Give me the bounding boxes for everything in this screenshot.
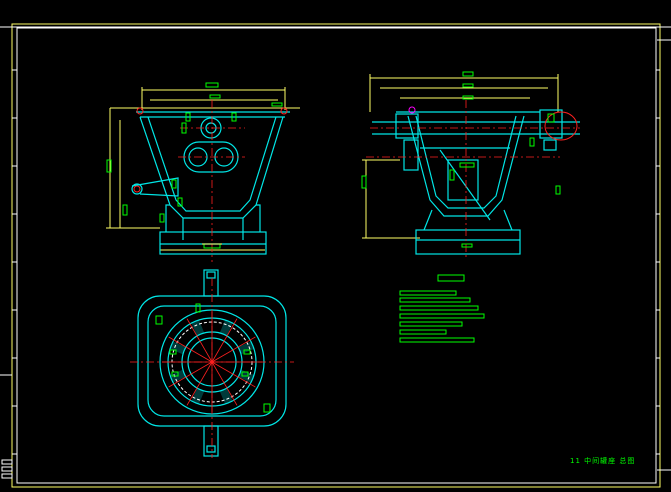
drawing-title-caption: 11 中间罐座 总图 — [570, 457, 636, 465]
drawing-canvas[interactable] — [0, 0, 671, 492]
top-view[interactable] — [130, 269, 294, 458]
side-view[interactable] — [361, 71, 580, 260]
front-view[interactable] — [106, 82, 300, 262]
technical-notes[interactable] — [399, 274, 485, 343]
radial-block — [191, 319, 205, 336]
radial-block — [219, 319, 233, 336]
drawing-frame — [0, 23, 671, 488]
cad-viewport[interactable]: 11 中间罐座 总图 — [0, 0, 671, 492]
radial-block — [191, 388, 205, 405]
radial-block — [219, 388, 233, 405]
